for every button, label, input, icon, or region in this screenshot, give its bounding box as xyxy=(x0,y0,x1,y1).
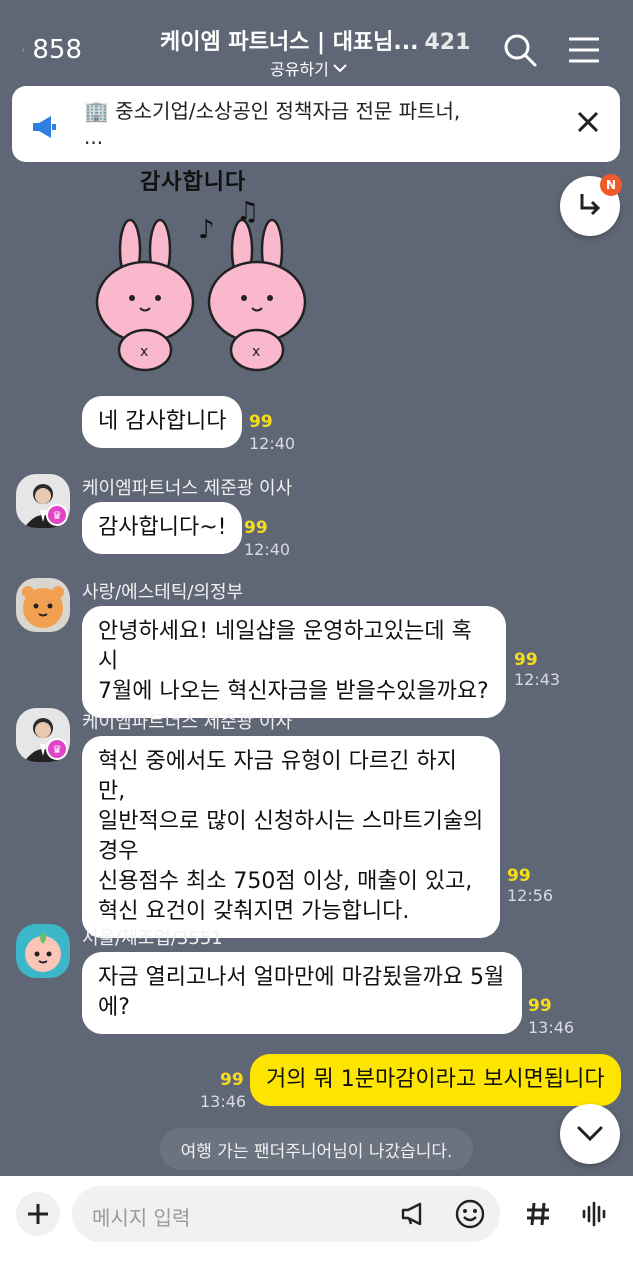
emoji-icon xyxy=(455,1199,485,1229)
voice-wave-icon xyxy=(582,1201,606,1227)
chat-title-text: 케이엠 파트너스 | 대표님... xyxy=(160,30,419,55)
megaphone-icon xyxy=(401,1202,422,1226)
attach-button[interactable] xyxy=(16,1192,60,1236)
chevron-left-icon xyxy=(22,48,24,52)
message-line: 신용점수 최소 750점 이상, 매출이 있고, xyxy=(98,869,473,894)
message-line: 혁신 요건이 갖춰지면 가능합니다. xyxy=(98,899,410,924)
message-bubble[interactable]: 자금 열리고나서 얼마만에 마감됬을까요 5월 에? xyxy=(82,952,522,1034)
hashtag-icon xyxy=(527,1202,549,1226)
emoticon-button[interactable] xyxy=(450,1194,490,1234)
sender-name[interactable]: 사랑/에스테틱/의정부 xyxy=(82,578,243,604)
message-line: 7월에 나오는 혁신자금을 받을수있을까요? xyxy=(98,679,489,704)
announce-button[interactable] xyxy=(394,1194,434,1234)
avatar[interactable] xyxy=(16,924,70,978)
message-line: 자금 열리고나서 얼마만에 마감됬을까요 5월 xyxy=(98,965,505,990)
host-crown-icon: ♛ xyxy=(46,738,68,760)
my-message-bubble[interactable]: 거의 뭐 1분마감이라고 보시면됩니다 xyxy=(250,1054,621,1106)
message-line: 에? xyxy=(98,995,130,1020)
notice-text-line2: ... xyxy=(84,125,104,149)
message-time: 12:40 xyxy=(244,540,291,559)
unread-rooms-count: 858 xyxy=(32,35,82,65)
chat-header: 858 케이엠 파트너스 | 대표님... 421 공유하기 xyxy=(0,0,633,88)
system-message: 여행 가는 팬더주니어님이 나갔습니다. xyxy=(160,1128,473,1170)
megaphone-icon xyxy=(30,112,60,142)
message-bubble[interactable]: 안녕하세요! 네일샵을 운영하고있는데 혹시 7월에 나오는 혁신자금을 받을수… xyxy=(82,606,506,718)
unread-count: 99 xyxy=(528,996,552,1016)
menu-button[interactable] xyxy=(566,32,602,68)
bunny-sticker[interactable]: ♪ ♫ x x xyxy=(90,190,330,380)
message-input-placeholder: 메시지 입력 xyxy=(92,1206,191,1230)
host-crown-icon: ♛ xyxy=(46,504,68,526)
svg-text:♪: ♪ xyxy=(198,215,215,245)
new-badge: N xyxy=(600,174,622,196)
member-count: 421 xyxy=(424,30,471,55)
share-dropdown[interactable]: 공유하기 xyxy=(270,56,347,80)
plus-icon xyxy=(28,1204,48,1224)
unread-count: 99 xyxy=(514,650,538,670)
avatar[interactable] xyxy=(16,578,70,632)
unread-count: 99 xyxy=(507,866,531,886)
voice-button[interactable] xyxy=(574,1194,614,1234)
unread-count: 99 xyxy=(249,412,273,432)
message-line: 일반적으로 많이 신청하시는 스마트기술의 xyxy=(98,809,484,834)
message-line: 경우 xyxy=(98,839,139,864)
chat-title-area[interactable]: 케이엠 파트너스 | 대표님... 421 xyxy=(160,24,470,56)
message-time: 13:46 xyxy=(528,1018,575,1037)
sender-name[interactable]: 케이엠파트너스 제준광 이사 xyxy=(82,708,292,734)
chat-title: 케이엠 파트너스 | 대표님... 421 xyxy=(160,24,470,56)
message-line: 안녕하세요! 네일샵을 운영하고있는데 혹시 xyxy=(98,619,472,674)
message-line: 혁신 중에서도 자금 유형이 다르긴 하지만, xyxy=(98,749,457,804)
notice-text: 🏢 중소기업/소상공인 정책자금 전문 파트너, ... xyxy=(84,98,564,150)
message-input[interactable]: 메시지 입력 xyxy=(72,1186,500,1242)
pinned-notice[interactable]: 🏢 중소기업/소상공인 정책자금 전문 파트너, ... xyxy=(12,86,620,162)
unread-count: 99 xyxy=(244,518,268,538)
message-bubble[interactable]: 네 감사합니다 xyxy=(82,396,243,448)
message-bubble[interactable]: 혁신 중에서도 자금 유형이 다르긴 하지만, 일반적으로 많이 신청하시는 스… xyxy=(82,736,500,938)
search-icon xyxy=(504,34,537,67)
message-input-bar: 메시지 입력 xyxy=(0,1176,633,1280)
message-time: 12:40 xyxy=(249,434,296,453)
unread-count: 99 xyxy=(220,1070,244,1090)
search-button[interactable] xyxy=(502,32,538,68)
scroll-to-bottom-button[interactable] xyxy=(560,1104,620,1164)
reply-arrow-icon xyxy=(580,194,601,216)
sender-name[interactable]: 케이엠파트너스 제준광 이사 xyxy=(82,474,292,500)
chevron-down-icon xyxy=(333,64,347,73)
notice-text-line1: 🏢 중소기업/소상공인 정책자금 전문 파트너, xyxy=(84,99,461,123)
back-button[interactable]: 858 xyxy=(22,30,82,70)
chevron-down-icon xyxy=(577,1126,603,1142)
close-icon xyxy=(577,111,599,133)
reply-mention-button[interactable]: N xyxy=(560,174,622,236)
message-time: 12:56 xyxy=(507,886,554,905)
svg-text:x: x xyxy=(140,344,148,360)
message-time: 12:43 xyxy=(514,670,561,689)
hamburger-icon xyxy=(569,37,599,63)
hashtag-search-button[interactable] xyxy=(518,1194,558,1234)
message-bubble[interactable]: 감사합니다~! xyxy=(82,502,243,554)
close-notice-button[interactable] xyxy=(576,110,600,134)
share-label: 공유하기 xyxy=(270,60,329,79)
svg-text:x: x xyxy=(252,344,260,360)
message-time: 13:46 xyxy=(200,1092,247,1111)
sender-name[interactable]: 서울/제조업/3551 xyxy=(82,924,223,950)
